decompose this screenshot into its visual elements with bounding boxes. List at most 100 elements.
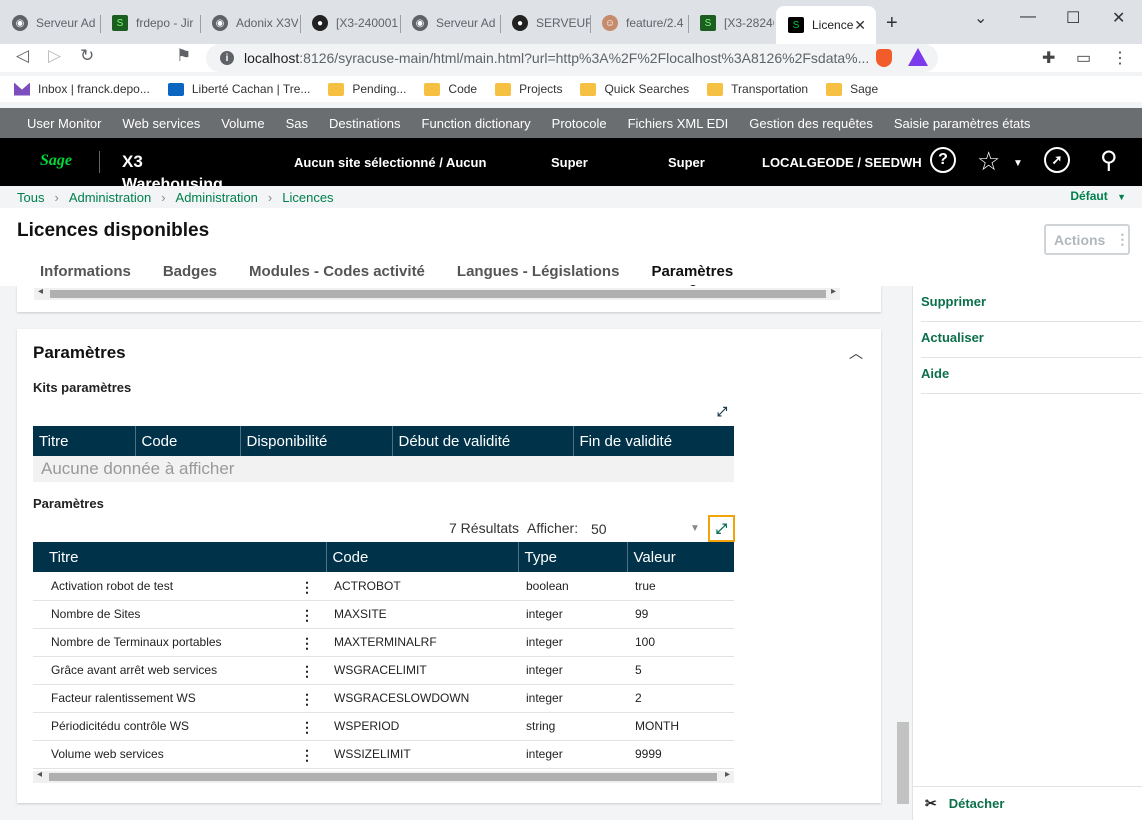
search-icon[interactable]: ⚲ (1100, 146, 1118, 175)
chevron-down-icon[interactable]: ▼ (690, 523, 700, 534)
info-icon[interactable]: i (220, 51, 234, 65)
row-selector[interactable] (33, 572, 43, 601)
browser-tab[interactable]: ◉ Serveur Ad (0, 8, 98, 38)
expand-icon[interactable]: ⤢ (708, 515, 735, 542)
extensions-icon[interactable]: ✚ (1042, 48, 1055, 68)
menu-item[interactable]: Gestion des requêtes (749, 116, 873, 131)
bookmark-folder[interactable]: Quick Searches (580, 82, 689, 96)
horizontal-scrollbar[interactable]: ◂ ▸ (34, 286, 840, 300)
bookmark-folder[interactable]: Projects (495, 82, 562, 96)
more-vertical-icon[interactable]: ⋮ (300, 579, 314, 596)
row-selector[interactable] (33, 628, 43, 657)
sage-logo[interactable]: Sage (40, 152, 72, 170)
table-row[interactable]: Volume web services ⋮ WSSIZELIMIT integer… (33, 740, 734, 769)
maximize-icon[interactable]: ☐ (1066, 8, 1080, 28)
menu-item[interactable]: Fichiers XML EDI (628, 116, 729, 131)
more-vertical-icon[interactable]: ⋮ (300, 635, 314, 652)
tab-informations[interactable]: Informations (40, 263, 131, 280)
site-selector[interactable]: Aucun site sélectionné / Aucun (294, 155, 486, 170)
help-icon[interactable]: ? (930, 147, 956, 173)
table-row[interactable]: Nombre de Sites ⋮ MAXSITE integer 99 (33, 600, 734, 629)
breadcrumb-item[interactable]: Tous (17, 190, 44, 205)
horizontal-scrollbar[interactable]: ◂ ▸ (33, 769, 734, 783)
vertical-scrollbar-thumb[interactable] (897, 722, 909, 804)
menu-item[interactable]: Sas (286, 116, 308, 131)
forward-icon[interactable]: ▷ (48, 46, 61, 66)
wallet-icon[interactable]: ▭ (1076, 48, 1091, 68)
tab-modules[interactable]: Modules - Codes activité (249, 263, 425, 280)
view-selector[interactable]: Défaut ▼ (1070, 189, 1126, 203)
row-selector[interactable] (33, 712, 43, 741)
column-header[interactable]: Code (325, 542, 518, 572)
row-selector[interactable] (33, 684, 43, 713)
browser-tab[interactable]: ◉ Adonix X3V (200, 8, 298, 38)
column-header[interactable]: Titre (33, 426, 135, 456)
column-header[interactable]: Valeur (626, 542, 734, 572)
column-header[interactable]: Titre (43, 542, 326, 572)
tab-badges[interactable]: Badges (163, 263, 217, 280)
column-header[interactable]: Type (517, 542, 627, 572)
browser-tab[interactable]: Sfrdepo - Jir (100, 8, 198, 38)
address-bar[interactable]: i localhost:8126/syracuse-main/html/main… (206, 44, 938, 72)
chevron-down-icon[interactable]: ⌄ (974, 8, 987, 28)
scroll-right-icon[interactable]: ▸ (831, 286, 836, 297)
actualiser-button[interactable]: Actualiser (921, 322, 1142, 358)
table-row[interactable]: Périodicitédu contrôle WS ⋮ WSPERIOD stri… (33, 712, 734, 741)
row-selector[interactable] (33, 740, 43, 769)
breadcrumb-item[interactable]: Licences (282, 190, 333, 205)
browser-tab[interactable]: S[X3-282463 (688, 8, 774, 38)
new-tab-icon[interactable]: + (886, 12, 898, 35)
table-row[interactable]: Nombre de Terminaux portables ⋮ MAXTERMIN… (33, 628, 734, 657)
browser-tab-active[interactable]: S Licence ✕ (776, 6, 876, 44)
scroll-right-icon[interactable]: ▸ (725, 769, 730, 780)
row-selector[interactable] (33, 600, 43, 629)
expand-icon[interactable]: ⤢ (714, 404, 730, 420)
user-name[interactable]: Super (668, 155, 705, 170)
column-header[interactable]: Début de validité (391, 426, 573, 456)
menu-item[interactable]: Destinations (329, 116, 401, 131)
menu-item[interactable]: Protocole (552, 116, 607, 131)
breadcrumb-item[interactable]: Administration (69, 190, 151, 205)
supprimer-button[interactable]: Supprimer (921, 286, 1142, 322)
row-selector[interactable] (33, 656, 43, 685)
browser-tab[interactable]: ☺ feature/2.4 (590, 8, 686, 38)
cell-value[interactable]: 9999 (627, 740, 734, 769)
chevron-up-icon[interactable]: ︿ (849, 343, 863, 363)
menu-item[interactable]: Saisie paramètres états (894, 116, 1031, 131)
bookmark-folder[interactable]: Code (424, 82, 477, 96)
menu-item[interactable]: Web services (122, 116, 200, 131)
bookmark-trello[interactable]: Liberté Cachan | Tre... (167, 82, 310, 96)
browser-tab[interactable]: ●SERVEUR_R (500, 8, 590, 38)
more-vertical-icon[interactable]: ⋮ (300, 719, 314, 736)
more-vertical-icon[interactable]: ⋮ (300, 663, 314, 680)
cell-value[interactable]: 2 (627, 684, 734, 713)
table-row[interactable]: Grâce avant arrêt web services ⋮ WSGRACEL… (33, 656, 734, 685)
menu-item[interactable]: User Monitor (27, 116, 101, 131)
bookmark-folder[interactable]: Transportation (707, 82, 808, 96)
column-header[interactable]: Disponibilité (239, 426, 392, 456)
scroll-left-icon[interactable]: ◂ (37, 769, 42, 780)
compass-icon[interactable]: ➚ (1044, 147, 1070, 173)
cell-value[interactable]: 99 (627, 600, 734, 629)
cell-value[interactable]: 5 (627, 656, 734, 685)
table-row[interactable]: Facteur ralentissement WS ⋮ WSGRACESLOWDO… (33, 684, 734, 713)
column-header[interactable]: Fin de validité (572, 426, 734, 456)
detacher-button[interactable]: ✂ Détacher (913, 786, 1142, 820)
scrollbar-thumb[interactable] (49, 773, 717, 781)
aide-button[interactable]: Aide (921, 358, 1142, 394)
bookmark-folder[interactable]: Sage (826, 82, 878, 96)
scroll-left-icon[interactable]: ◂ (38, 286, 43, 297)
menu-icon[interactable]: ⋮ (1112, 48, 1128, 68)
back-icon[interactable]: ◁ (16, 46, 29, 66)
tab-langues[interactable]: Langues - Législations (457, 263, 620, 280)
cell-value[interactable]: true (627, 572, 734, 601)
column-header[interactable]: Code (134, 426, 240, 456)
actions-button[interactable]: Actions ⋮ (1044, 224, 1130, 255)
browser-tab[interactable]: ◉ Serveur Ad (400, 8, 498, 38)
tab-parametres[interactable]: Paramètres (651, 263, 733, 293)
brave-shield-icon[interactable] (876, 49, 892, 67)
user-role[interactable]: Super (551, 155, 588, 170)
folder-selector[interactable]: LOCALGEODE / SEEDWH (762, 155, 922, 170)
page-size-select[interactable]: 50 (591, 521, 607, 537)
chevron-down-icon[interactable]: ▼ (1013, 158, 1023, 169)
